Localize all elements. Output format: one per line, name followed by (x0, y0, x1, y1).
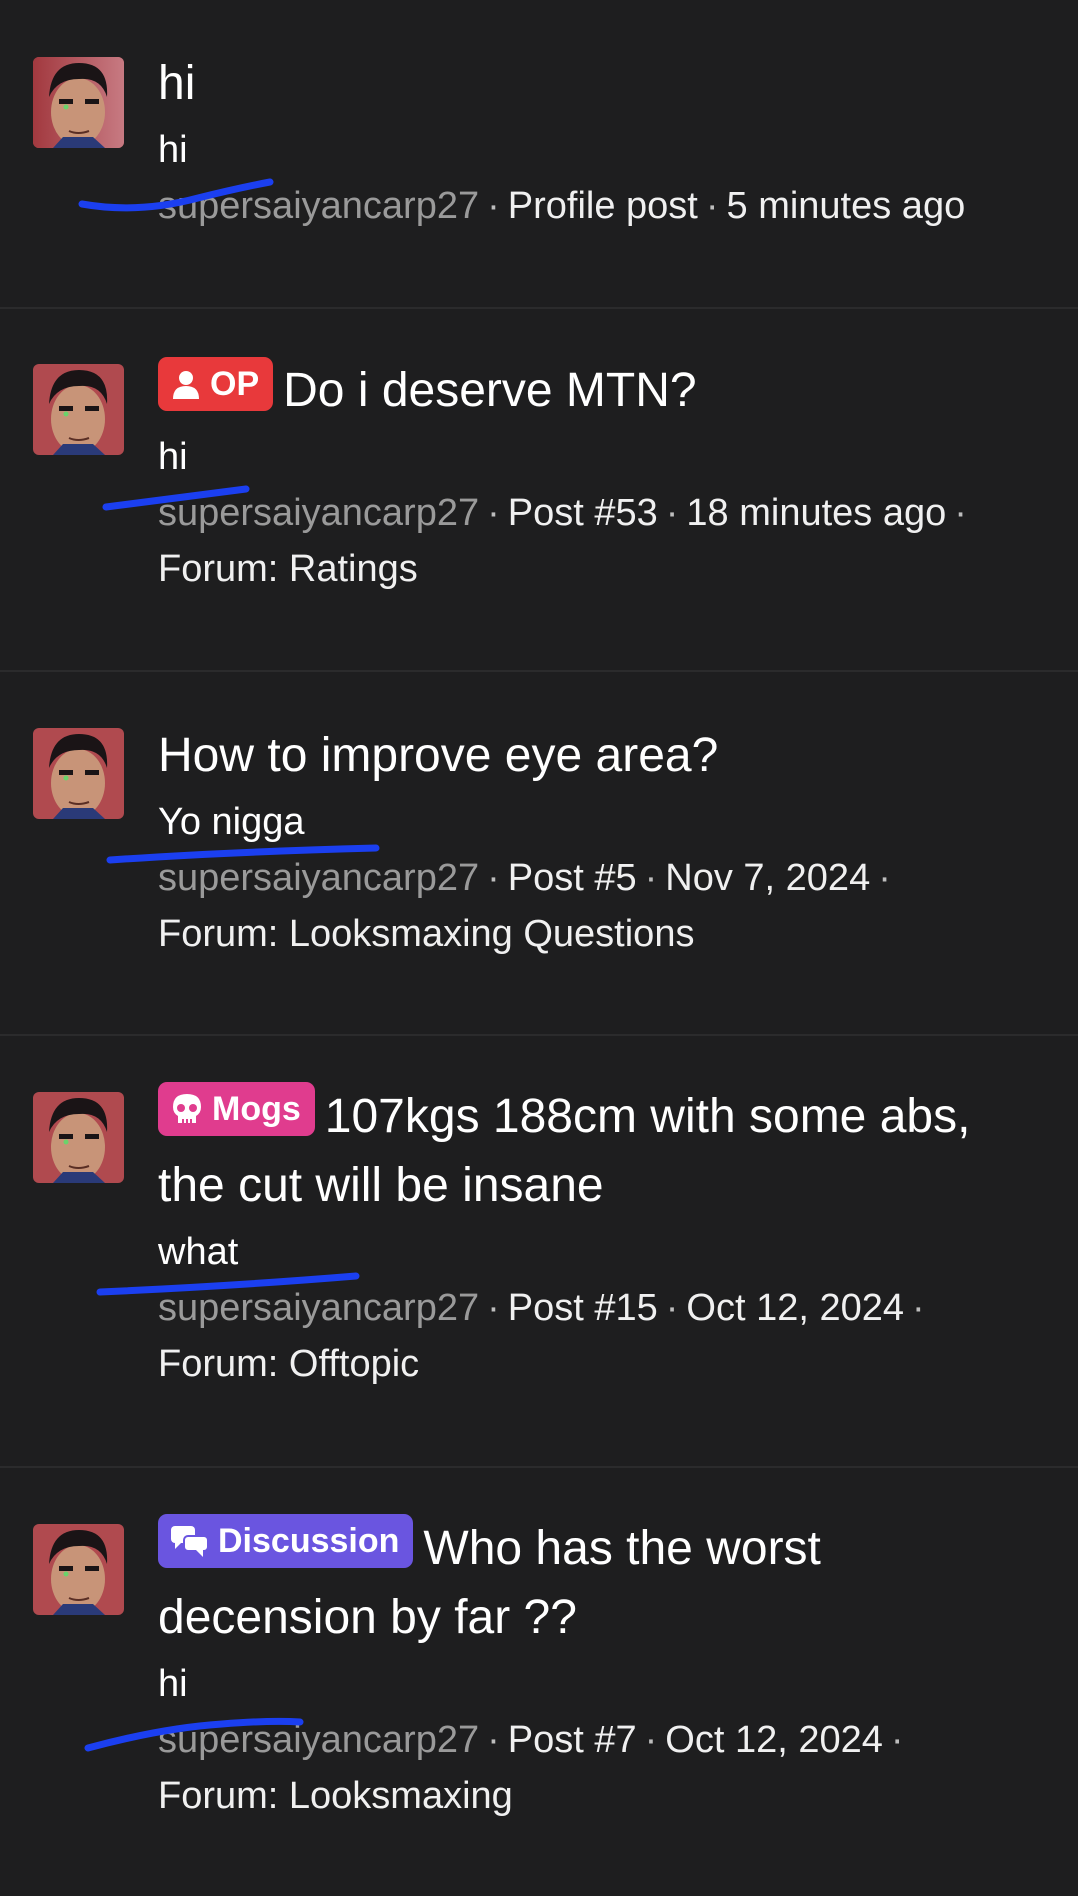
meta-separator: · (487, 492, 500, 534)
avatar[interactable] (33, 1524, 124, 1615)
list-item[interactable]: Discussion Who has the worst decension b… (0, 1468, 1078, 1896)
meta-separator: · (487, 185, 500, 227)
avatar-image (33, 728, 124, 819)
post-type: Post #15 (507, 1287, 658, 1329)
badge-label: Discussion (218, 1521, 400, 1560)
post-time: Oct 12, 2024 (686, 1287, 904, 1329)
username-link[interactable]: supersaiyancarp27 (158, 857, 479, 899)
avatar[interactable] (33, 728, 124, 819)
post-type: Post #7 (507, 1719, 637, 1761)
meta-separator: · (878, 857, 891, 899)
badge-label: Mogs (212, 1089, 301, 1128)
chat-bubbles-icon (171, 1526, 209, 1557)
post-snippet: hi (158, 1663, 188, 1705)
list-item[interactable]: How to improve eye area? Yo nigga supers… (0, 672, 1078, 1034)
thread-title[interactable]: OP Do i deserve MTN? (158, 356, 1038, 425)
thread-title-text[interactable]: decension by far ?? (158, 1591, 577, 1644)
username-link[interactable]: supersaiyancarp27 (158, 1287, 479, 1329)
avatar[interactable] (33, 57, 124, 148)
meta-separator: · (665, 1287, 679, 1329)
thread-title[interactable]: How to improve eye area? (158, 721, 1038, 790)
avatar-image (33, 1092, 124, 1183)
forum-link[interactable]: Forum: Looksmaxing Questions (158, 913, 694, 955)
post-meta: supersaiyancarp27 · Post #7 · Oct 12, 2024 · … (158, 1712, 1038, 1824)
post-snippet: Yo nigga (158, 801, 305, 843)
post-meta: supersaiyancarp27 · Post #15 · Oct 12, 2024 ·… (158, 1280, 1038, 1392)
post-time: 18 minutes ago (686, 492, 947, 534)
forum-link[interactable]: Forum: Looksmaxing (158, 1775, 513, 1817)
prefix-badge-op[interactable]: OP (158, 357, 274, 411)
avatar[interactable] (33, 364, 124, 455)
forum-link[interactable]: Forum: Ratings (158, 548, 418, 590)
meta-separator: · (890, 1719, 904, 1761)
prefix-badge-discussion[interactable]: Discussion (158, 1514, 414, 1568)
avatar-image (33, 364, 124, 455)
avatar[interactable] (33, 1092, 124, 1183)
post-meta: supersaiyancarp27 · Profile post · 5 minutes… (158, 178, 1038, 234)
user-icon (173, 371, 199, 399)
list-item[interactable]: OP Do i deserve MTN? hi supersaiyancarp2… (0, 309, 1078, 670)
list-item[interactable]: Mogs 107kgs 188cm with some abs, the cut… (0, 1036, 1078, 1466)
thread-title-text[interactable]: Who has the worst (423, 1522, 821, 1575)
post-time: Oct 12, 2024 (665, 1719, 883, 1761)
post-snippet: hi (158, 436, 188, 478)
meta-separator: · (665, 492, 679, 534)
meta-separator: · (705, 185, 719, 227)
meta-separator: · (644, 857, 658, 899)
post-type: Post #53 (507, 492, 658, 534)
username-link[interactable]: supersaiyancarp27 (158, 492, 479, 534)
list-item[interactable]: hi hi supersaiyancarp27 · Profile post · 5 m… (0, 0, 1078, 307)
meta-separator: · (912, 1287, 925, 1329)
post-snippet: hi (158, 129, 188, 171)
post-time: 5 minutes ago (726, 185, 966, 227)
post-time: Nov 7, 2024 (665, 857, 871, 899)
post-meta: supersaiyancarp27 · Post #53 · 18 minutes ag… (158, 485, 1038, 597)
post-type: Post #5 (507, 857, 637, 899)
skull-icon (173, 1094, 201, 1124)
avatar-image (33, 57, 124, 148)
thread-title-text[interactable]: the cut will be insane (158, 1159, 604, 1212)
meta-separator: · (487, 857, 500, 899)
thread-title[interactable]: Discussion Who has the worst decension b… (158, 1514, 1038, 1652)
post-meta: supersaiyancarp27 · Post #5 · Nov 7, 2024 · F… (158, 850, 1038, 962)
username-link[interactable]: supersaiyancarp27 (158, 185, 479, 227)
post-snippet: what (158, 1231, 239, 1273)
avatar-image (33, 1524, 124, 1615)
thread-title[interactable]: Mogs 107kgs 188cm with some abs, the cut… (158, 1082, 1038, 1220)
meta-separator: · (644, 1719, 658, 1761)
thread-title-text[interactable]: 107kgs 188cm with some abs, (325, 1090, 971, 1143)
meta-separator: · (954, 492, 967, 534)
username-link[interactable]: supersaiyancarp27 (158, 1719, 479, 1761)
forum-link[interactable]: Forum: Offtopic (158, 1343, 419, 1385)
thread-title-text[interactable]: Do i deserve MTN? (283, 364, 696, 417)
badge-label: OP (210, 364, 260, 403)
thread-title[interactable]: hi (158, 49, 1038, 118)
meta-separator: · (487, 1719, 500, 1761)
post-type: Profile post (507, 185, 698, 227)
prefix-badge-mogs[interactable]: Mogs (158, 1082, 315, 1136)
meta-separator: · (487, 1287, 500, 1329)
